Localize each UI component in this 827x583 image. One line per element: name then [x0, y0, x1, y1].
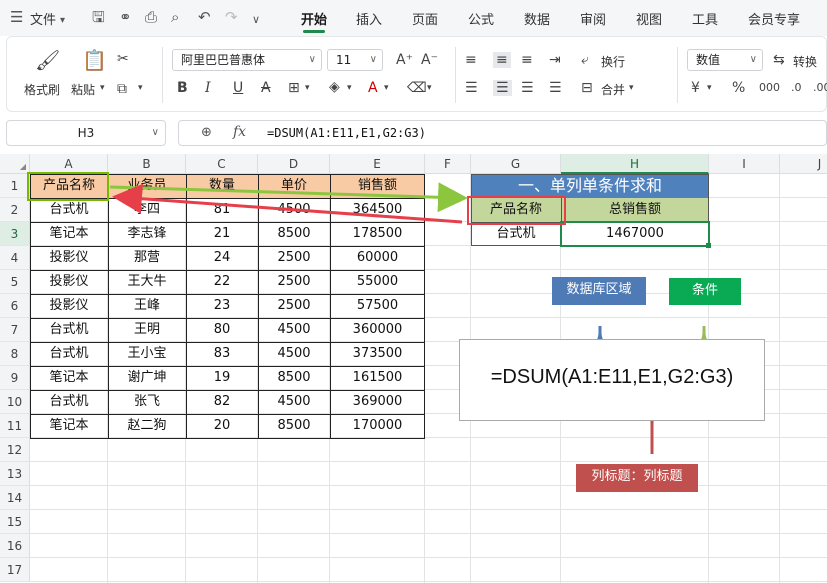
tab-page[interactable]: 页面 — [412, 9, 438, 28]
chevron-down-icon[interactable]: ▾ — [347, 83, 352, 93]
strikethrough-icon[interactable]: A — [261, 80, 271, 96]
justify-icon[interactable]: ☰ — [549, 80, 562, 96]
format-painter-label[interactable]: 格式刷 — [24, 81, 60, 98]
name-box-value: H3 — [77, 126, 95, 140]
thousands-icon[interactable]: 000 — [759, 80, 780, 96]
copy-icon[interactable]: ⧉ — [117, 81, 127, 97]
formula-bar: H3 ∨ ⊕ fx =DSUM(A1:E11,E1,G2:G3) — [0, 118, 827, 148]
chevron-down-icon: ∨ — [151, 127, 159, 138]
font-color-icon[interactable]: A — [368, 80, 378, 96]
chevron-down-icon: ∨ — [369, 54, 377, 65]
chevron-down-icon[interactable]: ▾ — [427, 83, 432, 93]
menu-bar: ☰ 文件 ▾ 🖫 ⚭ ⎙ ⌕ ↶ ↷ ∨ 开始 插入 页面 公式 数据 审阅 视… — [0, 0, 827, 36]
increase-font-icon[interactable]: A⁺ — [396, 52, 413, 68]
column-title-label: 列标题：列标题 — [576, 464, 698, 492]
clear-format-icon[interactable]: ⌫ — [407, 80, 427, 96]
paste-icon[interactable]: 📋 — [82, 49, 107, 71]
cut-icon[interactable]: ✂ — [117, 51, 129, 67]
align-top-icon[interactable]: ≡ — [465, 52, 477, 68]
chevron-down-icon[interactable]: ▾ — [60, 12, 65, 30]
chevron-down-icon: ∨ — [749, 54, 757, 65]
zoom-icon[interactable]: ⊕ — [201, 125, 212, 140]
tab-tools[interactable]: 工具 — [692, 9, 718, 28]
file-menu[interactable]: 文件 — [30, 9, 56, 28]
format-painter-icon[interactable]: 🖌 — [35, 49, 60, 71]
chevron-down-icon[interactable]: ▾ — [384, 83, 389, 93]
align-middle-icon[interactable]: ≡ — [493, 52, 511, 68]
convert-icon[interactable]: ⇆ — [773, 52, 785, 68]
chevron-down-icon[interactable]: ▾ — [138, 83, 143, 93]
font-name-value: 阿里巴巴普惠体 — [181, 53, 266, 67]
tab-view[interactable]: 视图 — [636, 9, 662, 28]
condition-label: 条件 — [669, 278, 741, 305]
number-format-select[interactable]: 数值 ∨ — [687, 49, 763, 71]
tab-review[interactable]: 审阅 — [580, 9, 606, 28]
chevron-down-icon[interactable]: ▾ — [305, 83, 310, 93]
fx-icon[interactable]: fx — [233, 124, 246, 140]
increase-decimal-icon[interactable]: .0 — [791, 80, 802, 96]
merge-cells-label[interactable]: 合并 — [601, 81, 625, 98]
percent-icon[interactable]: % — [732, 80, 745, 96]
tab-formulas[interactable]: 公式 — [468, 9, 494, 28]
share-icon[interactable]: ⚭ — [119, 8, 132, 26]
chevron-down-icon[interactable]: ▾ — [629, 83, 634, 93]
underline-icon[interactable]: U — [233, 80, 243, 96]
decrease-font-icon[interactable]: A⁻ — [421, 52, 438, 68]
paste-label[interactable]: 粘贴 — [71, 81, 95, 98]
convert-label[interactable]: 转换 — [793, 53, 817, 70]
bold-icon[interactable]: B — [177, 80, 188, 96]
divider — [162, 47, 163, 103]
wrap-text-label[interactable]: 换行 — [601, 53, 625, 70]
indent-icon[interactable]: ⇥ — [549, 52, 561, 68]
red-arrow — [112, 183, 463, 224]
tab-member[interactable]: 会员专享 — [748, 9, 800, 28]
italic-icon[interactable]: I — [205, 80, 211, 96]
chevron-down-icon[interactable]: ∨ — [252, 11, 260, 29]
name-box[interactable]: H3 ∨ — [6, 120, 166, 146]
save-icon[interactable]: 🖫 — [92, 8, 105, 26]
align-bottom-icon[interactable]: ≡ — [521, 52, 533, 68]
print-icon[interactable]: ⎙ — [145, 8, 157, 26]
divider — [677, 47, 678, 103]
formula-text: =DSUM(A1:E11,E1,G2:G3) — [267, 126, 426, 140]
database-range-label: 数据库区域 — [552, 277, 646, 305]
font-size-value: 11 — [336, 53, 352, 67]
font-size-select[interactable]: 11 ∨ — [327, 49, 383, 71]
hamburger-icon[interactable]: ☰ — [10, 8, 23, 26]
chevron-down-icon[interactable]: ▾ — [707, 83, 712, 93]
chevron-down-icon: ∨ — [308, 54, 316, 65]
redo-icon[interactable]: ↷ — [225, 8, 238, 26]
tab-insert[interactable]: 插入 — [356, 9, 382, 28]
align-left-icon[interactable]: ☰ — [465, 80, 478, 96]
align-center-icon[interactable]: ☰ — [493, 80, 512, 96]
align-right-icon[interactable]: ☰ — [521, 80, 534, 96]
tab-data[interactable]: 数据 — [524, 9, 550, 28]
tab-home[interactable]: 开始 — [301, 9, 327, 33]
fill-color-icon[interactable]: ◈ — [329, 79, 340, 95]
annotation-formula-text: =DSUM(A1:E11,E1,G2:G3) — [490, 366, 734, 388]
green-arrow — [109, 182, 468, 213]
font-name-select[interactable]: 阿里巴巴普惠体 ∨ — [172, 49, 322, 71]
currency-icon[interactable]: ¥ — [691, 80, 700, 96]
border-icon[interactable]: ⊞ — [288, 80, 300, 96]
decrease-decimal-icon[interactable]: .00 — [813, 80, 827, 96]
number-format-value: 数值 — [696, 53, 721, 67]
merge-cells-icon[interactable]: ⊟ — [581, 80, 593, 96]
chevron-down-icon[interactable]: ▾ — [100, 83, 105, 93]
undo-icon[interactable]: ↶ — [198, 8, 211, 26]
formula-input[interactable]: ⊕ fx =DSUM(A1:E11,E1,G2:G3) — [178, 120, 827, 146]
print-preview-icon[interactable]: ⌕ — [171, 8, 179, 26]
divider — [455, 47, 456, 103]
spreadsheet-grid[interactable]: ◢ ABCDEFGHIJ 1 2 3 4 5 6 7 8 9 10 11 12 13 14 15 16 17 产… — [0, 154, 827, 583]
wrap-text-icon[interactable]: ⤶ — [581, 52, 589, 68]
ribbon: 🖌 格式刷 📋 粘贴 ▾ ✂ ⧉ ▾ 阿里巴巴普惠体 ∨ 11 ∨ A⁺ A⁻ … — [6, 36, 827, 112]
